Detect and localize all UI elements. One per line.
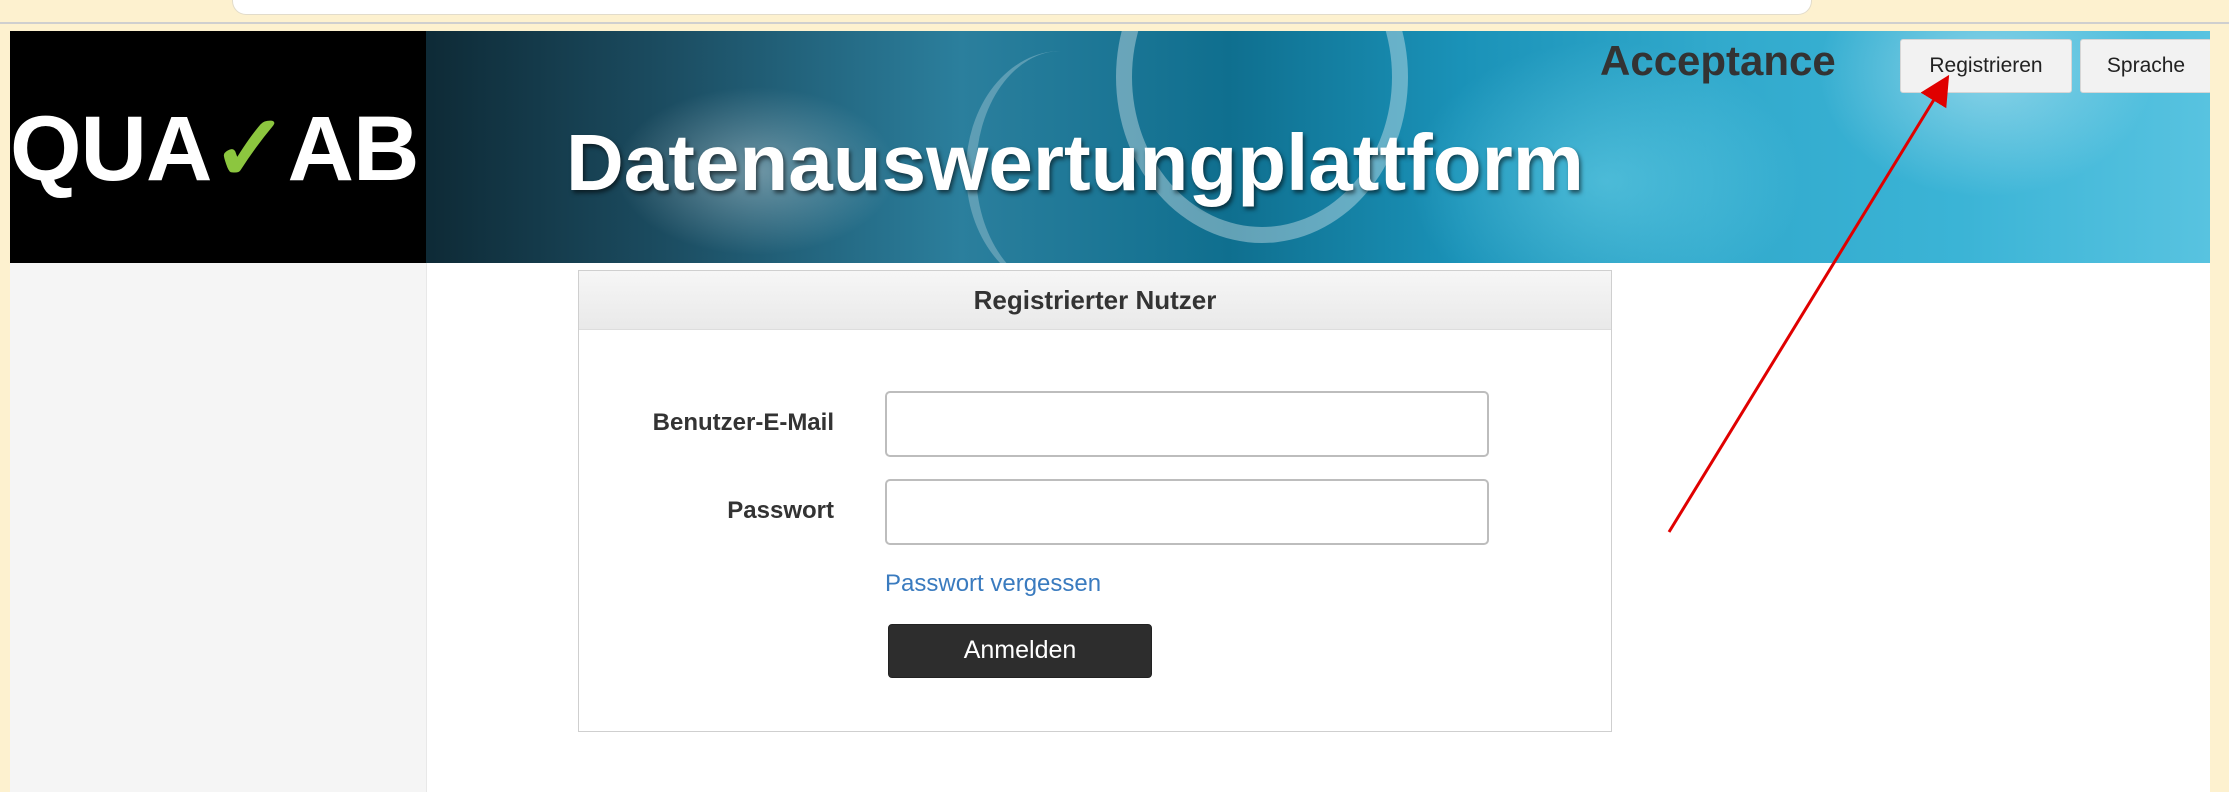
browser-divider bbox=[0, 22, 2229, 24]
logo-block: QUA✓AB bbox=[10, 31, 426, 263]
left-sidebar bbox=[10, 263, 427, 792]
panel-title: Registrierter Nutzer bbox=[579, 271, 1611, 330]
logo-text-left: QUA bbox=[10, 98, 212, 200]
email-label: Benutzer-E-Mail bbox=[652, 409, 834, 436]
logo[interactable]: QUA✓AB bbox=[10, 103, 426, 195]
address-bar[interactable] bbox=[232, 0, 1812, 15]
logo-text-right: AB bbox=[287, 98, 420, 200]
environment-label: Acceptance bbox=[1600, 37, 1836, 84]
login-panel: Registrierter Nutzer Benutzer-E-Mail Pas… bbox=[578, 270, 1612, 732]
banner-title: Datenauswertungplattform bbox=[566, 118, 1584, 207]
header-banner: QUA✓AB Datenauswertungplattform Acceptan… bbox=[10, 31, 2210, 263]
page: QUA✓AB Datenauswertungplattform Acceptan… bbox=[10, 31, 2210, 792]
browser-chrome bbox=[0, 0, 2229, 24]
login-button[interactable]: Anmelden bbox=[888, 624, 1152, 678]
logo-check-icon: ✓ bbox=[211, 98, 288, 200]
register-button[interactable]: Registrieren bbox=[1900, 39, 2072, 93]
password-label: Passwort bbox=[727, 497, 834, 524]
password-field[interactable] bbox=[885, 479, 1489, 545]
language-button[interactable]: Sprache bbox=[2080, 39, 2210, 93]
email-field[interactable] bbox=[885, 391, 1489, 457]
forgot-password-link[interactable]: Passwort vergessen bbox=[885, 570, 1101, 598]
